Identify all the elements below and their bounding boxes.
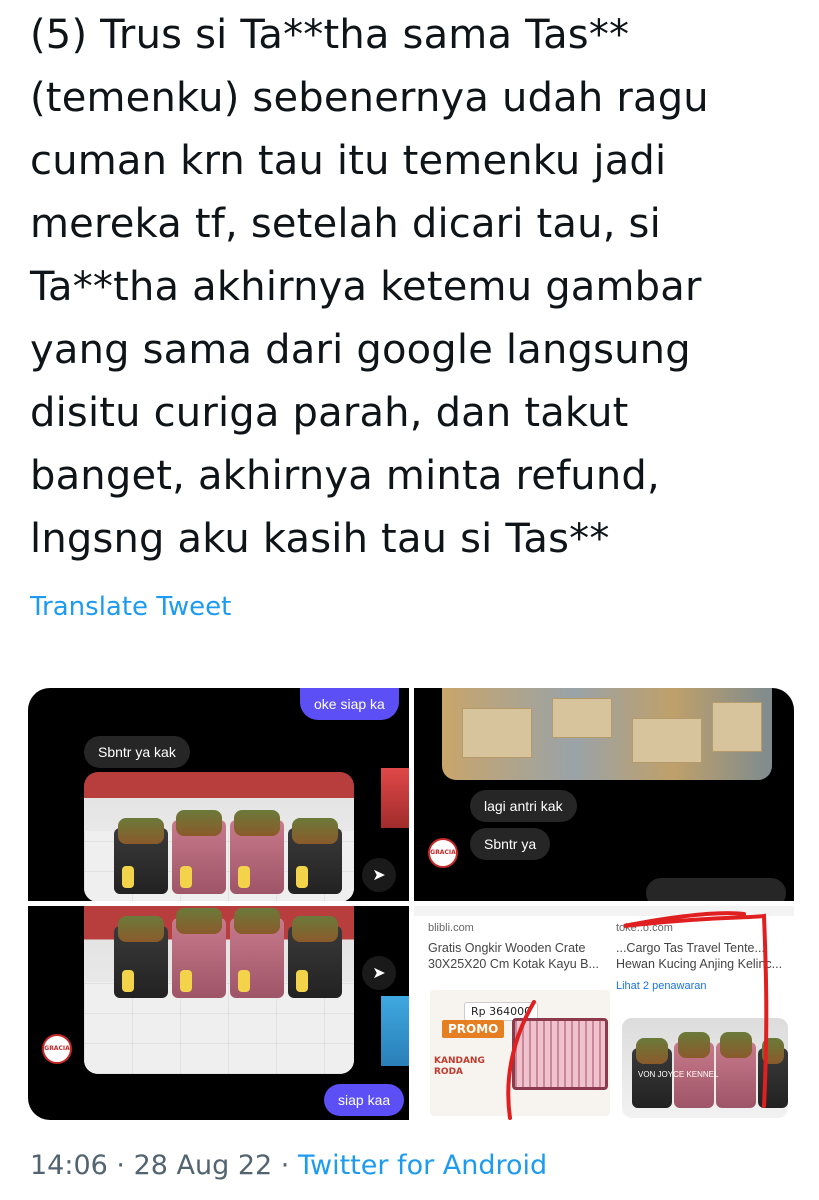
tweet-source-link[interactable]: Twitter for Android	[298, 1150, 547, 1181]
crate	[230, 908, 284, 998]
chat-bubble-incoming: Sbntr ya kak	[84, 736, 190, 768]
crate	[172, 908, 226, 998]
tweet-line: lngsng aku kasih tau si Tas**	[30, 516, 610, 562]
product-image: VON JOYCE KENNEL	[622, 1018, 788, 1118]
crates-photo	[84, 772, 354, 901]
cage-image	[512, 1018, 608, 1090]
watermark: VON JOYCE KENNEL	[638, 1070, 719, 1079]
tweet-date: 28 Aug 22	[133, 1150, 273, 1181]
tweet-line: mereka tf, setelah dicari tau, si	[30, 201, 661, 247]
promo-badge: PROMO	[442, 1020, 505, 1038]
share-icon[interactable]: ➤	[362, 858, 396, 892]
translate-tweet-link[interactable]: Translate Tweet	[30, 592, 231, 622]
product-card-right: toke..o.com ...Cargo Tas Travel Tente...…	[616, 922, 786, 992]
blue-object	[381, 996, 409, 1066]
chat-bubble-incoming-partial	[646, 878, 786, 901]
avatar: GRACIA	[428, 838, 458, 868]
tweet-line: yang sama dari google langsung	[30, 327, 691, 373]
tweet-time: 14:06	[30, 1150, 108, 1181]
product-card-left: blibli.com Gratis Ongkir Wooden Crate 30…	[428, 922, 608, 972]
chat-bubble-outgoing: siap kaa	[324, 1084, 405, 1116]
tweet-line: banget, akhirnya minta refund,	[30, 453, 660, 499]
media-image-3[interactable]: ➤ GRACIA siap kaa	[28, 906, 409, 1120]
tweet-line: (5) Trus si Ta**tha sama Tas**	[30, 12, 630, 58]
product-title: Hewan Kucing Anjing Kelinc...	[616, 957, 783, 971]
tweet-meta: 14:06 · 28 Aug 22 · Twitter for Android	[30, 1150, 547, 1181]
media-grid: oke siap ka Sbntr ya kak ➤ lagi antri ka…	[28, 688, 794, 1120]
product-title: 30X25X20 Cm Kotak Kayu B...	[428, 957, 599, 971]
tweet-text: (5) Trus si Ta**tha sama Tas** (temenku)…	[30, 4, 800, 571]
separator: ·	[280, 1150, 290, 1181]
tweet-line: Ta**tha akhirnya ketemu gambar	[30, 264, 702, 310]
red-chair	[381, 768, 409, 828]
chat-bubble-incoming: lagi antri kak	[470, 790, 577, 822]
product-source: toke..o.com	[616, 922, 673, 934]
product-title: Gratis Ongkir Wooden Crate	[428, 941, 586, 955]
product-title: ...Cargo Tas Travel Tente...	[616, 941, 765, 955]
crates-photo	[84, 906, 354, 1074]
chat-bubble-incoming: Sbntr ya	[470, 828, 551, 860]
product-source: blibli.com	[428, 922, 474, 934]
crate	[114, 818, 168, 894]
offers-link: Lihat 2 penawaran	[616, 980, 707, 992]
tweet-line: disitu curiga parah, dan takut	[30, 390, 629, 436]
separator: ·	[116, 1150, 125, 1181]
crate	[172, 810, 226, 894]
product-label: KANDANG RODA	[434, 1056, 485, 1077]
tweet-line: (temenku) sebenernya udah ragu	[30, 75, 709, 121]
chat-bubble-outgoing: oke siap ka	[300, 688, 399, 720]
crate	[230, 810, 284, 894]
packages-photo	[442, 688, 772, 780]
media-image-2[interactable]: lagi antri kak Sbntr ya GRACIA	[414, 688, 794, 901]
crate	[288, 916, 342, 998]
share-icon[interactable]: ➤	[362, 956, 396, 990]
avatar: GRACIA	[42, 1034, 72, 1064]
media-image-1[interactable]: oke siap ka Sbntr ya kak ➤	[28, 688, 409, 901]
crate	[288, 818, 342, 894]
crate	[114, 916, 168, 998]
tweet-line: cuman krn tau itu temenku jadi	[30, 138, 667, 184]
media-image-4[interactable]: blibli.com Gratis Ongkir Wooden Crate 30…	[414, 906, 794, 1120]
